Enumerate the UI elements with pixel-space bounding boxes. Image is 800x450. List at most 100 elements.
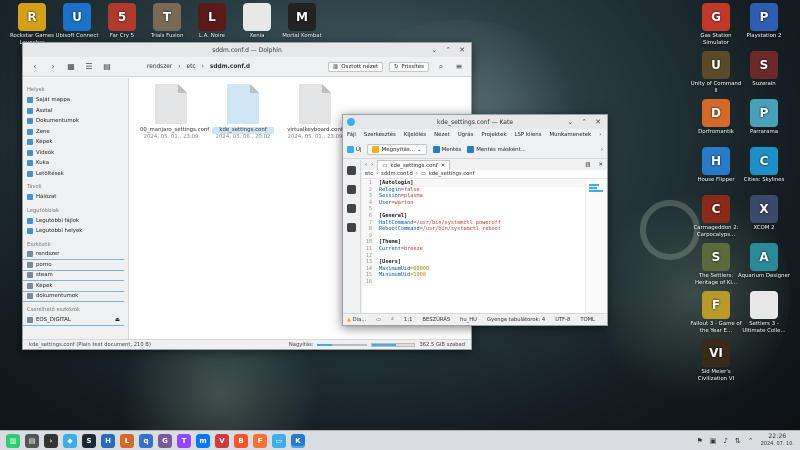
maximize-icon[interactable]: ⌃ xyxy=(581,118,587,126)
pager-icon[interactable]: ▤ xyxy=(25,433,39,448)
menu-item[interactable]: Munkamenetek xyxy=(550,132,592,138)
dolphin-task-icon[interactable]: ▭ xyxy=(272,433,286,448)
twitch-icon[interactable]: T xyxy=(177,433,191,448)
breadcrumb-rendszer[interactable]: rendszer xyxy=(147,64,172,70)
breadcrumb-folder[interactable]: sddm.conf.d xyxy=(381,171,413,177)
tab-prev-icon[interactable]: ‹ xyxy=(365,162,367,168)
documents-icon[interactable] xyxy=(347,166,356,175)
menu-item[interactable]: Fájl xyxy=(347,132,356,138)
sidebar-item[interactable]: Legutóbbi helyek xyxy=(23,226,128,237)
menu-item[interactable]: Projektek xyxy=(481,132,506,138)
menu-item[interactable]: Nézet xyxy=(434,132,450,138)
back-icon[interactable]: ‹ xyxy=(29,62,41,71)
eject-icon[interactable]: ⏏ xyxy=(115,317,124,323)
desktop-icon[interactable]: VI Sid Meier's Civilization VI xyxy=(690,339,742,382)
indent-mode[interactable]: Gyenge tabulátorok: 4 xyxy=(487,317,545,323)
git-icon[interactable] xyxy=(347,204,356,213)
breadcrumb-file[interactable]: kde_settings.conf xyxy=(429,171,475,177)
minimize-icon[interactable]: ⌄ xyxy=(567,118,573,126)
sidebar-item[interactable]: Zene xyxy=(23,127,128,138)
tab-kde-settings[interactable]: ▭ kde_settings.conf ✕ xyxy=(377,160,451,170)
file-item[interactable]: 00_manjaro_settings.conf 2024. 05. 01., 2… xyxy=(140,84,209,140)
sidebar-item[interactable]: Kuka xyxy=(23,158,128,169)
details-view-icon[interactable]: ▤ xyxy=(101,62,113,71)
clipboard-icon[interactable]: ▣ xyxy=(710,437,717,445)
firefox-icon[interactable]: F xyxy=(253,433,267,448)
desktop-icon[interactable]: F Fallout 3 - Game of the Year E... xyxy=(690,291,742,334)
dolphin-titlebar[interactable]: sddm.conf.d — Dolphin ⌄ ⌃ ✕ xyxy=(23,43,471,57)
desktop-icon[interactable]: P Parrarama xyxy=(738,99,790,136)
breadcrumb-etc[interactable]: etc xyxy=(187,64,196,70)
heroic-icon[interactable]: H xyxy=(101,433,115,448)
compact-view-icon[interactable]: ☰ xyxy=(83,62,95,71)
notification-icon[interactable]: ⚑ xyxy=(696,437,702,445)
diagnostics-button[interactable]: ▲ Dia... xyxy=(347,317,366,323)
tab-close-icon[interactable]: ✕ xyxy=(441,163,446,169)
desktop-icon[interactable]: S The Settlers: Heritage of Ki... xyxy=(690,243,742,286)
filesystem-icon[interactable] xyxy=(347,185,356,194)
gimp-icon[interactable]: G xyxy=(158,433,172,448)
desktop-icon[interactable]: X XCOM 2 xyxy=(738,195,790,232)
forward-icon[interactable]: › xyxy=(47,62,59,71)
kate-task-icon[interactable]: K xyxy=(291,433,305,448)
save-button[interactable]: Mentés xyxy=(432,146,461,153)
refresh-button[interactable]: ↻ Frissítés xyxy=(389,61,429,72)
menu-icon[interactable]: ≡ xyxy=(453,62,465,71)
syntax-mode[interactable]: TOML xyxy=(580,317,595,323)
digital-clock[interactable]: 22:26 2024. 07. 10. xyxy=(761,433,794,447)
desktop-icon[interactable]: M Mortal Kombat xyxy=(270,3,334,40)
sidebar-item[interactable]: rendszer xyxy=(23,250,124,260)
sidebar-item[interactable]: Dokumentumok xyxy=(23,116,128,127)
sidebar-item[interactable]: Letöltések xyxy=(23,169,128,180)
desktop-icon[interactable]: A Aquarium Designer xyxy=(738,243,790,280)
desktop-icon[interactable]: U Unity of Command II xyxy=(690,51,742,94)
maximize-icon[interactable]: ⌃ xyxy=(445,46,451,54)
desktop-icon[interactable]: D Dorfromantik xyxy=(690,99,742,136)
encoding[interactable]: UTF-8 xyxy=(555,317,570,323)
dictionary[interactable]: hu_HU xyxy=(460,317,477,323)
sidebar-item[interactable]: Asztal xyxy=(23,106,128,117)
messenger-icon[interactable]: m xyxy=(196,433,210,448)
sidebar-item[interactable]: Legutóbbi fájlok xyxy=(23,216,128,227)
vivaldi-icon[interactable]: V xyxy=(215,433,229,448)
new-button[interactable]: Új xyxy=(347,146,361,153)
sidebar-item[interactable]: Hálózat xyxy=(23,192,128,203)
input-mode[interactable]: BESZÚRÁS xyxy=(422,317,450,323)
terminal-icon[interactable]: ▭ xyxy=(376,317,381,323)
tab-next-icon[interactable]: › xyxy=(371,162,373,168)
icons-view-icon[interactable]: ▦ xyxy=(65,62,77,71)
desktop-icon[interactable]: P Playstation 2 xyxy=(738,3,790,40)
more-icon[interactable]: › xyxy=(601,147,603,153)
menu-item[interactable]: Kijelölés xyxy=(404,132,426,138)
split-editor-icon[interactable]: ▥ xyxy=(585,162,594,168)
menu-item[interactable]: Ugrás xyxy=(458,132,474,138)
app-launcher-icon[interactable]: ▥ xyxy=(6,433,20,448)
close-editor-icon[interactable]: ✕ xyxy=(598,162,607,168)
konsole-icon[interactable]: › xyxy=(44,433,58,448)
close-icon[interactable]: ✕ xyxy=(595,118,601,126)
sidebar-item[interactable]: steam xyxy=(23,271,124,281)
close-icon[interactable]: ✕ xyxy=(459,46,465,54)
projects-icon[interactable] xyxy=(347,223,356,232)
qbittorrent-icon[interactable]: q xyxy=(139,433,153,448)
steam-icon[interactable]: S xyxy=(82,433,96,448)
search-icon[interactable]: ⌕ xyxy=(435,62,447,72)
sidebar-item[interactable]: Videók xyxy=(23,148,128,159)
discover-icon[interactable]: ◆ xyxy=(63,433,77,448)
sidebar-item[interactable]: porno xyxy=(23,260,124,271)
file-item[interactable]: kde_settings.conf 2024. 03. 06., 20:02 xyxy=(212,84,274,140)
desktop-icon[interactable]: C Carmageddon 2: Carpocalyps... xyxy=(690,195,742,238)
open-button[interactable]: Megnyitás... ⌄ xyxy=(367,144,427,155)
sidebar-item[interactable]: Képek xyxy=(23,137,128,148)
sidebar-item[interactable]: Saját mappa xyxy=(23,95,128,106)
lutris-icon[interactable]: L xyxy=(120,433,134,448)
desktop-icon[interactable]: S Suzerain xyxy=(738,51,790,88)
minimap[interactable] xyxy=(585,180,607,313)
sidebar-item[interactable]: EOS_DIGITAL ⏏ xyxy=(23,315,124,326)
save-as-button[interactable]: Mentés másként... xyxy=(467,146,526,153)
desktop-icon[interactable]: G Gas Station Simulator xyxy=(690,3,742,46)
text-editor[interactable]: 1 [Autologin] 2 Relogin=false 3 Session=plasm… xyxy=(362,180,585,313)
sidebar-item[interactable]: dokumentumok xyxy=(23,292,124,302)
kate-window[interactable]: kde_settings.conf — Kate ⌄ ⌃ ✕ Fájl Szerk… xyxy=(342,114,608,326)
volume-icon[interactable]: ♪ xyxy=(723,437,727,445)
